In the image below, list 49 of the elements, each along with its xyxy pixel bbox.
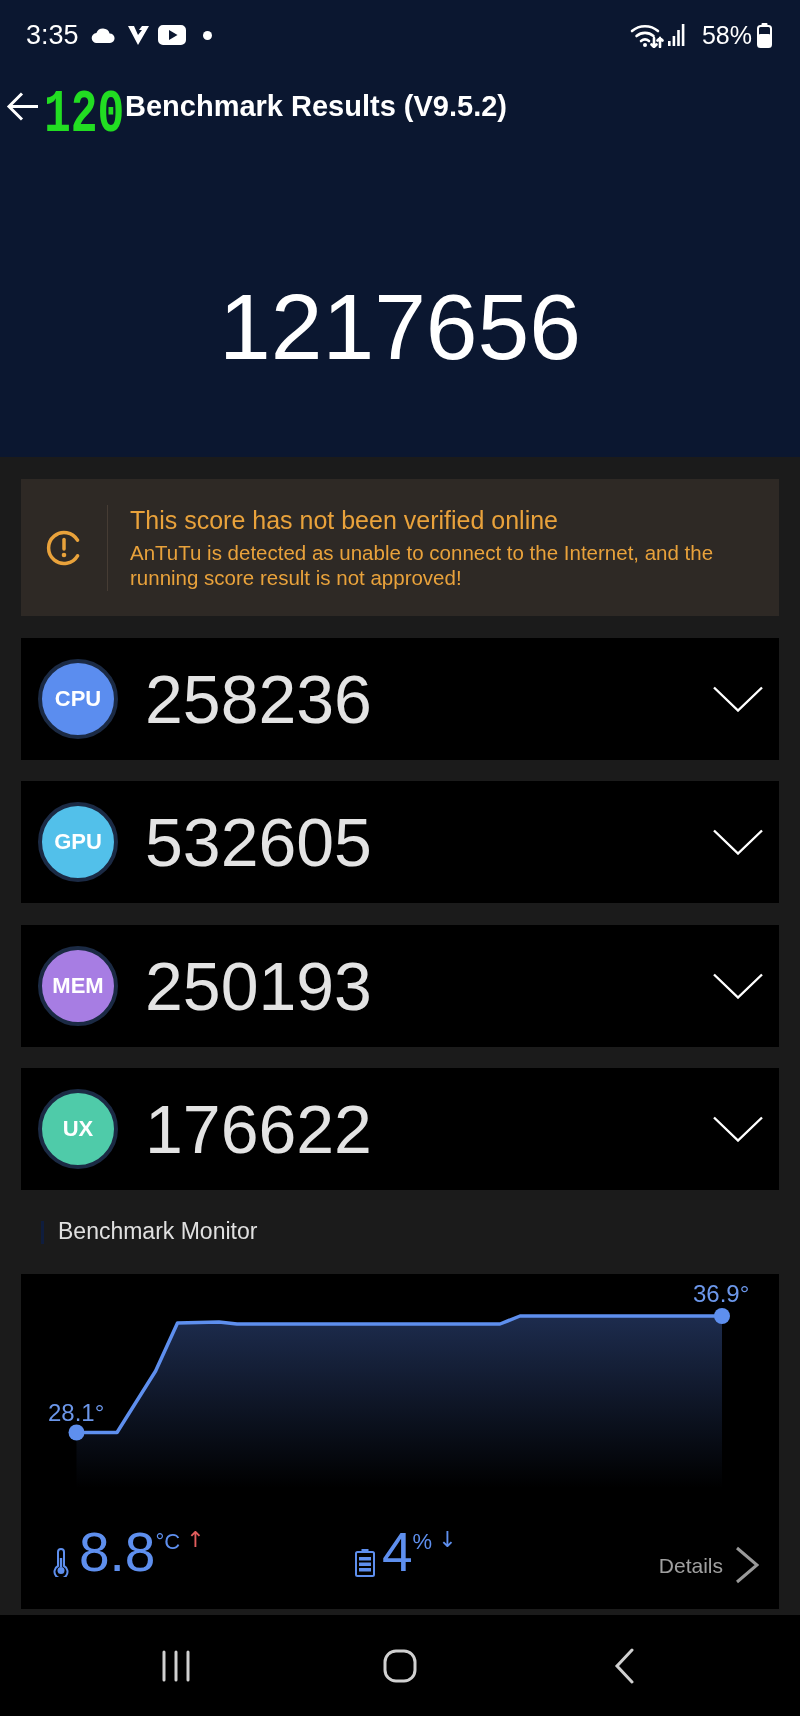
battery-icon bbox=[355, 1548, 375, 1577]
temperature-rise-value: 8.8 bbox=[79, 1524, 156, 1580]
score-card[interactable]: MEM 250193 bbox=[21, 924, 779, 1047]
home-icon[interactable] bbox=[383, 1648, 417, 1683]
status-time: 3:35 bbox=[26, 21, 79, 49]
chevron-down-icon[interactable] bbox=[713, 685, 763, 712]
chevron-down-icon[interactable] bbox=[713, 972, 763, 999]
end-temperature-label: 36.9° bbox=[693, 1280, 750, 1307]
chevron-right-icon[interactable] bbox=[735, 1546, 759, 1584]
trend-arrow: ↑ bbox=[186, 1528, 205, 1551]
fps-counter: 120 bbox=[44, 92, 125, 138]
battery-percentage: 58% bbox=[701, 22, 752, 48]
battery-icon bbox=[757, 22, 772, 48]
page-title: Benchmark Results (V9.5.2) bbox=[125, 88, 507, 124]
category-badge: MEM bbox=[38, 945, 118, 1026]
temperature-unit: °C bbox=[155, 1530, 181, 1553]
category-score: 250193 bbox=[145, 951, 372, 1020]
battery-drop-value: 4 bbox=[382, 1524, 413, 1580]
score-card[interactable]: GPU 532605 bbox=[21, 781, 779, 903]
wifi-icon bbox=[629, 22, 664, 48]
signal-icon bbox=[667, 24, 685, 46]
category-badge: GPU bbox=[38, 802, 118, 882]
score-card[interactable]: CPU 258236 bbox=[21, 637, 779, 760]
warning-message: AnTuTu is detected as unable to connect to the Internet, and the running score result is not approved! bbox=[130, 540, 715, 590]
chevron-down-icon[interactable] bbox=[713, 829, 763, 855]
battery-unit: % bbox=[412, 1530, 433, 1553]
end-point-icon bbox=[714, 1308, 730, 1324]
chevron-down-icon[interactable] bbox=[713, 1116, 763, 1142]
trend-arrow: ↓ bbox=[438, 1528, 457, 1551]
start-temperature-label: 28.1° bbox=[48, 1399, 105, 1426]
checkmark-icon bbox=[126, 24, 149, 46]
warning-icon bbox=[46, 529, 82, 566]
details-link[interactable]: Details bbox=[658, 1546, 759, 1584]
category-score: 532605 bbox=[145, 808, 372, 876]
dot-icon bbox=[202, 30, 212, 40]
cloud-icon bbox=[90, 27, 115, 43]
category-badge: CPU bbox=[38, 658, 118, 739]
recent-apps-icon[interactable] bbox=[161, 1649, 191, 1682]
score-card[interactable]: UX 176622 bbox=[21, 1068, 779, 1190]
section-title: Benchmark Monitor bbox=[58, 1218, 258, 1246]
warning-title: This score has not been verified online bbox=[130, 505, 560, 535]
category-badge: UX bbox=[38, 1089, 118, 1169]
start-point-icon bbox=[68, 1424, 85, 1441]
thermometer-icon bbox=[51, 1546, 71, 1577]
play-icon bbox=[157, 25, 186, 45]
total-score: 1217656 bbox=[218, 281, 582, 374]
back-icon[interactable] bbox=[614, 1647, 634, 1684]
category-score: 258236 bbox=[145, 664, 372, 733]
category-score: 176622 bbox=[145, 1095, 372, 1163]
